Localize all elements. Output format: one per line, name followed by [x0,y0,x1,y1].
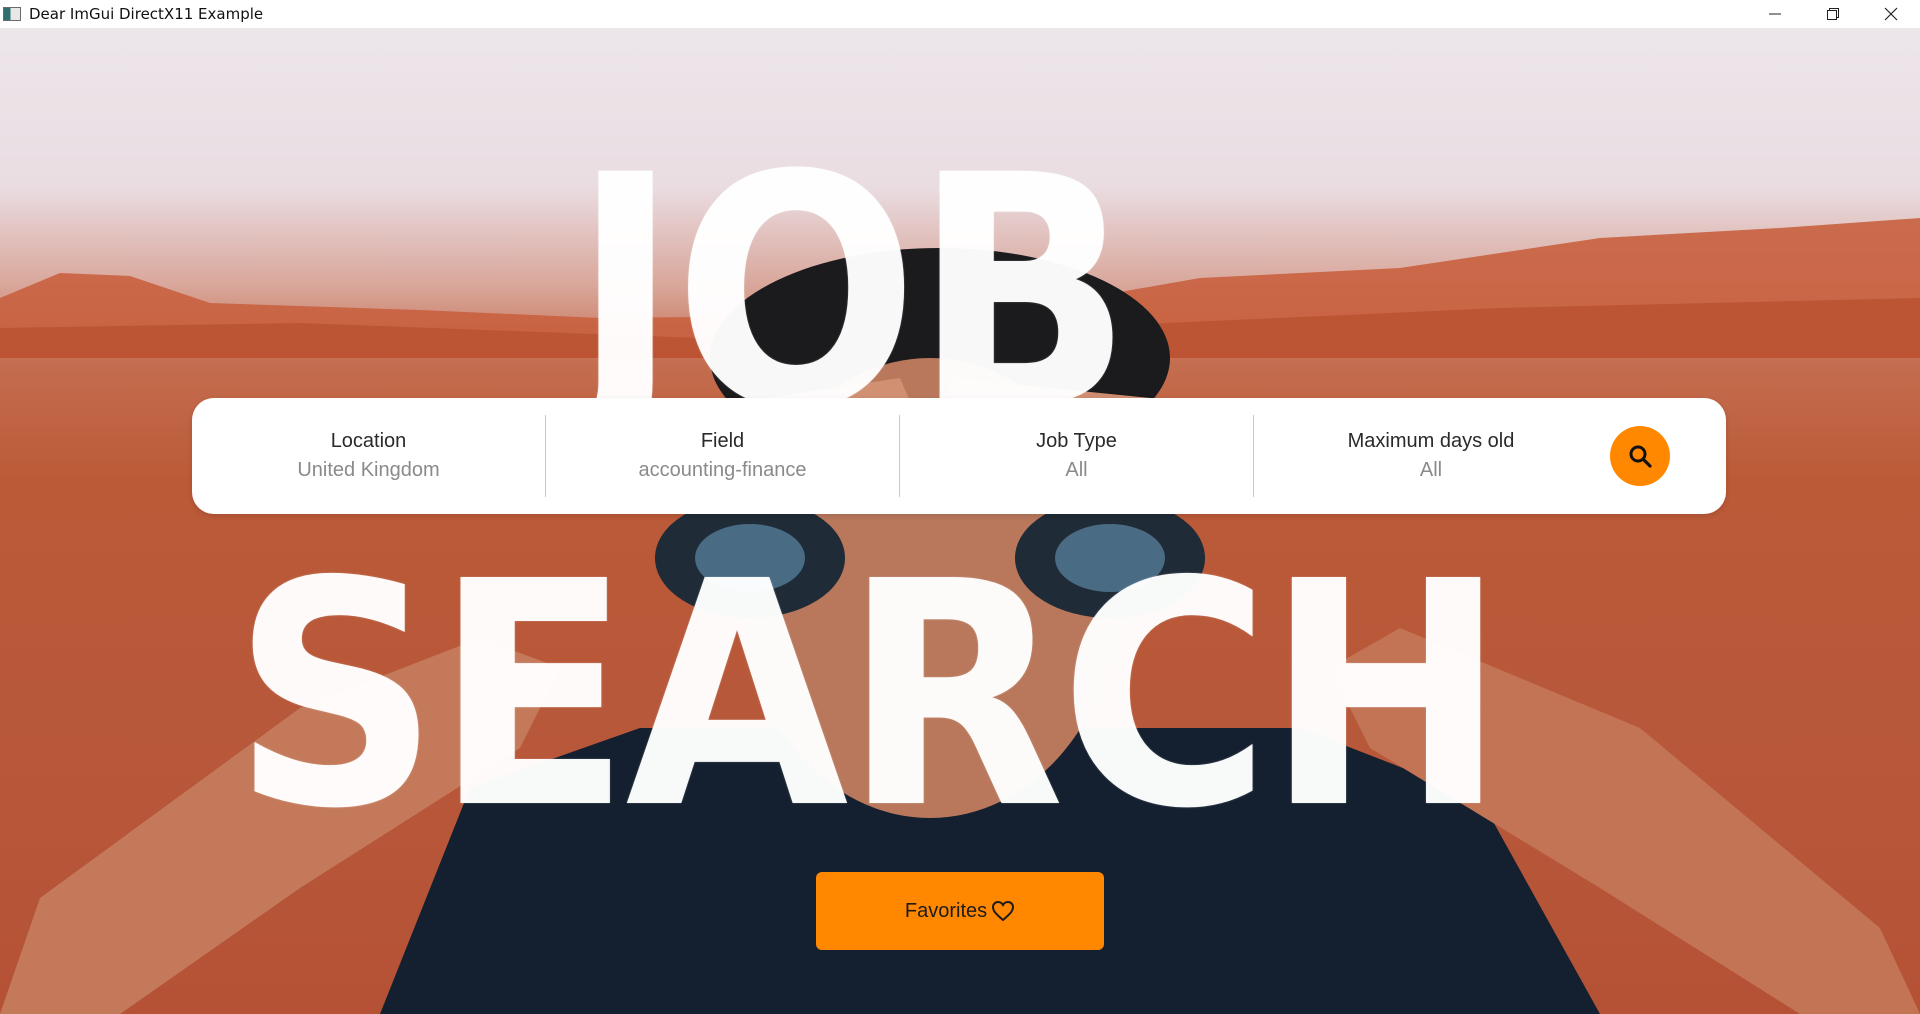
job-type-filter[interactable]: Job Type All [900,415,1254,497]
location-label: Location [330,430,407,452]
location-value: United Kingdom [297,459,440,481]
search-button[interactable] [1610,426,1670,486]
close-button[interactable] [1862,0,1920,28]
max-days-label: Maximum days old [1347,430,1515,452]
window-title: Dear ImGui DirectX11 Example [29,5,264,23]
job-type-value: All [1065,459,1088,481]
restore-button[interactable] [1804,0,1862,28]
close-icon [1884,7,1898,21]
minimize-button[interactable] [1746,0,1804,28]
location-filter[interactable]: Location United Kingdom [192,415,546,497]
heart-icon [992,900,1015,922]
job-type-label: Job Type [1036,430,1117,452]
max-days-filter[interactable]: Maximum days old All [1254,415,1608,497]
favorites-label: Favorites [904,899,988,922]
minimize-icon [1769,13,1781,15]
field-value: accounting-finance [638,459,807,481]
background-photo: JOB SEARCH [0,28,1920,1014]
favorites-button[interactable]: Favorites [816,872,1104,950]
field-label: Field [700,430,745,452]
window-controls [1746,0,1920,28]
max-days-value: All [1419,459,1443,481]
field-filter[interactable]: Field accounting-finance [546,415,900,497]
window-titlebar: Dear ImGui DirectX11 Example [0,0,1920,28]
restore-icon [1827,8,1839,20]
search-panel: Location United Kingdom Field accounting… [192,398,1726,514]
hero-title-search: SEARCH [232,516,1507,877]
search-icon [1629,445,1652,468]
app-icon [3,7,21,21]
